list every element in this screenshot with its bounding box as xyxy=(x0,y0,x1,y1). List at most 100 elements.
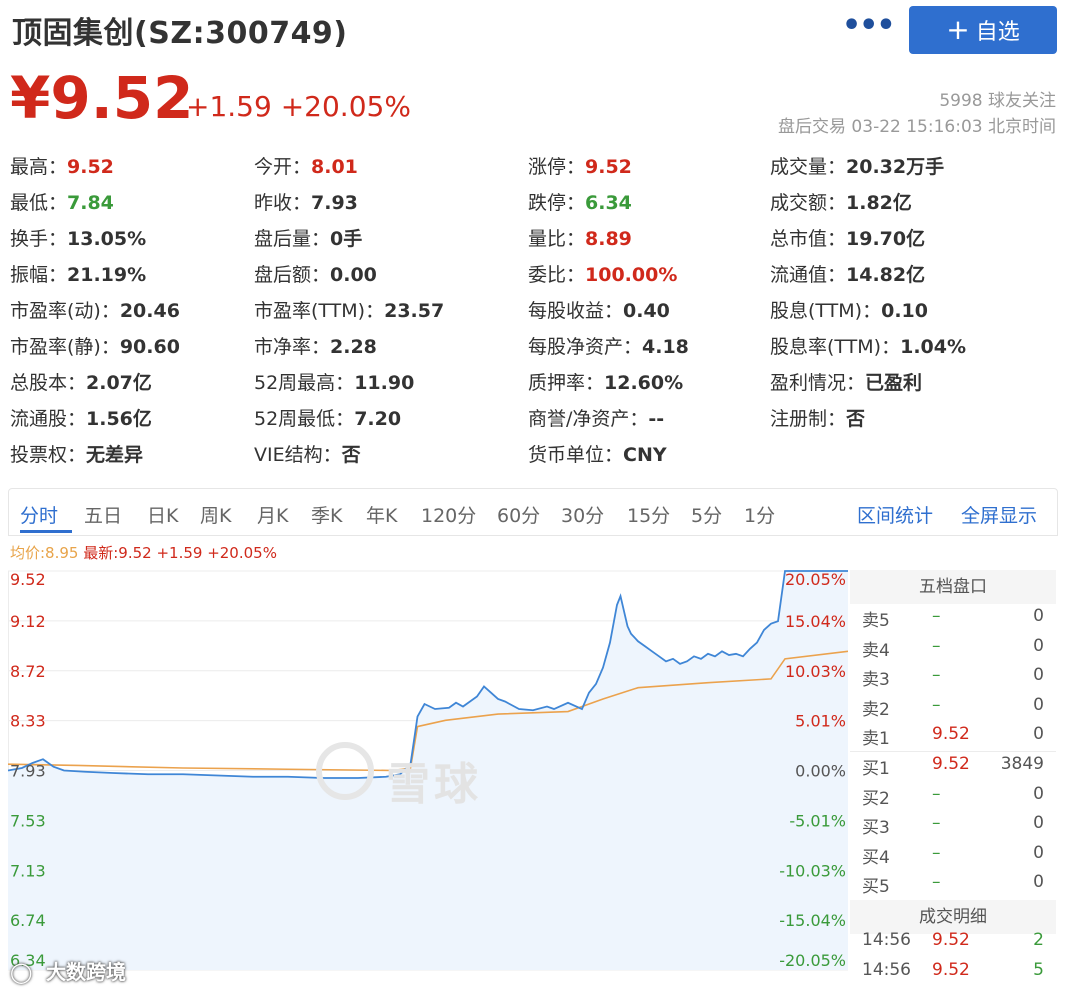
stat-value: 4.18 xyxy=(642,336,689,358)
order-book-label: 买5 xyxy=(862,877,890,898)
order-book-price: – xyxy=(932,872,941,893)
stat-value: 11.90 xyxy=(354,372,415,394)
tab-4[interactable]: 月K xyxy=(257,501,288,528)
order-book-qty: 0 xyxy=(1033,635,1044,656)
stat-label: 市盈率(静)： xyxy=(10,336,120,358)
stat-value: 0.40 xyxy=(623,300,670,322)
stat-value: 2.28 xyxy=(330,336,377,358)
stat-label: 振幅： xyxy=(10,264,68,286)
snowball-watermark: 雪球 xyxy=(386,759,482,810)
stat-value: 100.00% xyxy=(585,264,678,286)
chart-period-tabs: 分时 五日 日K 周K 月K 季K 年K 120分 60分 30分 15分 5分 1分 区间统计 全屏显示 xyxy=(8,488,1058,536)
y-tick-right: -10.03% xyxy=(779,861,846,880)
stat-value: 9.52 xyxy=(585,156,632,178)
stat-item: 换手：13.05% xyxy=(10,224,146,251)
trade-detail-row: 14:56 9.52 2 xyxy=(850,930,1056,959)
tab-11[interactable]: 5分 xyxy=(691,501,722,528)
order-book-price: – xyxy=(932,665,941,686)
order-book-label: 卖1 xyxy=(862,729,890,750)
stat-label: 跌停： xyxy=(528,192,586,214)
stat-label: 市净率： xyxy=(254,336,331,358)
stat-label: 商誉/净资产： xyxy=(528,408,649,430)
trade-detail-row: 14:56 9.52 5 xyxy=(850,960,1056,989)
stat-value: 6.34 xyxy=(585,192,632,214)
stat-value: 23.57 xyxy=(384,300,445,322)
stat-label: 货币单位： xyxy=(528,444,624,466)
tab-3[interactable]: 周K xyxy=(200,501,231,528)
order-book-price: – xyxy=(932,813,941,834)
order-book-label: 买3 xyxy=(862,818,890,839)
stat-item: VIE结构：否 xyxy=(254,440,361,467)
avg-price-legend: 均价:8.95 xyxy=(10,544,79,562)
add-watchlist-label: 自选 xyxy=(975,20,1020,45)
y-tick-left: 9.12 xyxy=(10,612,46,631)
stat-item: 最高：9.52 xyxy=(10,152,114,179)
price-change: +1.59 +20.05% xyxy=(186,90,411,123)
stat-label: 注册制： xyxy=(770,408,847,430)
stat-item: 市盈率(静)：90.60 xyxy=(10,332,180,359)
tab-12[interactable]: 1分 xyxy=(744,501,775,528)
more-options-icon[interactable]: ••• xyxy=(842,8,896,43)
stat-label: 股息率(TTM)： xyxy=(770,336,901,358)
stat-label: 市盈率(TTM)： xyxy=(254,300,385,322)
stat-item: 跌停：6.34 xyxy=(528,188,632,215)
stat-item: 委比：100.00% xyxy=(528,260,677,287)
stat-value: 7.20 xyxy=(354,408,402,430)
order-book-qty: 0 xyxy=(1033,665,1044,686)
stat-value: -- xyxy=(648,408,665,430)
tab-8[interactable]: 60分 xyxy=(497,501,540,528)
order-book-price: – xyxy=(932,635,941,656)
tab-1[interactable]: 五日 xyxy=(84,501,122,528)
order-book-qty: 3849 xyxy=(1000,754,1044,774)
add-watchlist-button[interactable]: + 自选 xyxy=(909,6,1057,54)
stat-item: 今开：8.01 xyxy=(254,152,358,179)
stat-item: 成交额：1.82亿 xyxy=(770,188,912,215)
current-price: ¥9.52 xyxy=(10,64,194,132)
y-tick-right: -15.04% xyxy=(779,911,846,930)
stat-value: 8.01 xyxy=(311,156,358,178)
order-book-label: 卖4 xyxy=(862,640,890,661)
stat-value: 20.46 xyxy=(119,300,180,322)
stat-item: 盘后量：0手 xyxy=(254,224,362,251)
tab-9[interactable]: 30分 xyxy=(561,501,604,528)
stat-value: 2.07亿 xyxy=(86,372,152,394)
stat-value: 19.70亿 xyxy=(846,228,926,250)
tab-5[interactable]: 季K xyxy=(311,501,342,528)
range-stats-tab[interactable]: 区间统计 xyxy=(857,501,933,528)
follower-count[interactable]: 5998 球友关注 xyxy=(939,86,1056,111)
order-book-row: 卖2 – 0 xyxy=(850,695,1056,724)
stat-item: 质押率：12.60% xyxy=(528,368,683,395)
tab-0[interactable]: 分时 xyxy=(20,501,58,528)
order-book-label: 买4 xyxy=(862,847,890,868)
stat-item: 股息(TTM)：0.10 xyxy=(770,296,928,323)
stat-label: 盘后量： xyxy=(254,228,331,250)
stat-label: 流通股： xyxy=(10,408,87,430)
stat-value: 9.52 xyxy=(67,156,114,178)
stat-label: 盘后额： xyxy=(254,264,331,286)
stat-value: 否 xyxy=(846,408,866,430)
tab-7[interactable]: 120分 xyxy=(421,501,476,528)
order-book-row: 卖3 – 0 xyxy=(850,665,1056,694)
order-book-qty: 0 xyxy=(1033,872,1044,893)
order-book-row: 买2 – 0 xyxy=(850,784,1056,813)
stat-label: 昨收： xyxy=(254,192,312,214)
stat-value: 0.00 xyxy=(330,264,377,286)
stat-item: 每股收益：0.40 xyxy=(528,296,670,323)
stat-item: 注册制：否 xyxy=(770,404,865,431)
stat-item: 涨停：9.52 xyxy=(528,152,632,179)
stat-label: 今开： xyxy=(254,156,312,178)
order-book-price: 9.52 xyxy=(932,754,970,774)
tab-6[interactable]: 年K xyxy=(366,501,397,528)
order-book-row: 买4 – 0 xyxy=(850,843,1056,872)
order-book-price: – xyxy=(932,606,941,626)
y-tick-left: 7.53 xyxy=(10,811,46,830)
tab-10[interactable]: 15分 xyxy=(627,501,670,528)
tab-2[interactable]: 日K xyxy=(147,501,178,528)
fullscreen-tab[interactable]: 全屏显示 xyxy=(961,501,1037,528)
stat-item: 昨收：7.93 xyxy=(254,188,358,215)
stat-item: 市盈率(TTM)：23.57 xyxy=(254,296,444,323)
y-tick-right: -20.05% xyxy=(779,951,846,970)
stat-label: 换手： xyxy=(10,228,68,250)
snowball-logo-icon xyxy=(316,742,374,800)
trade-detail-qty: 5 xyxy=(1033,959,1044,980)
